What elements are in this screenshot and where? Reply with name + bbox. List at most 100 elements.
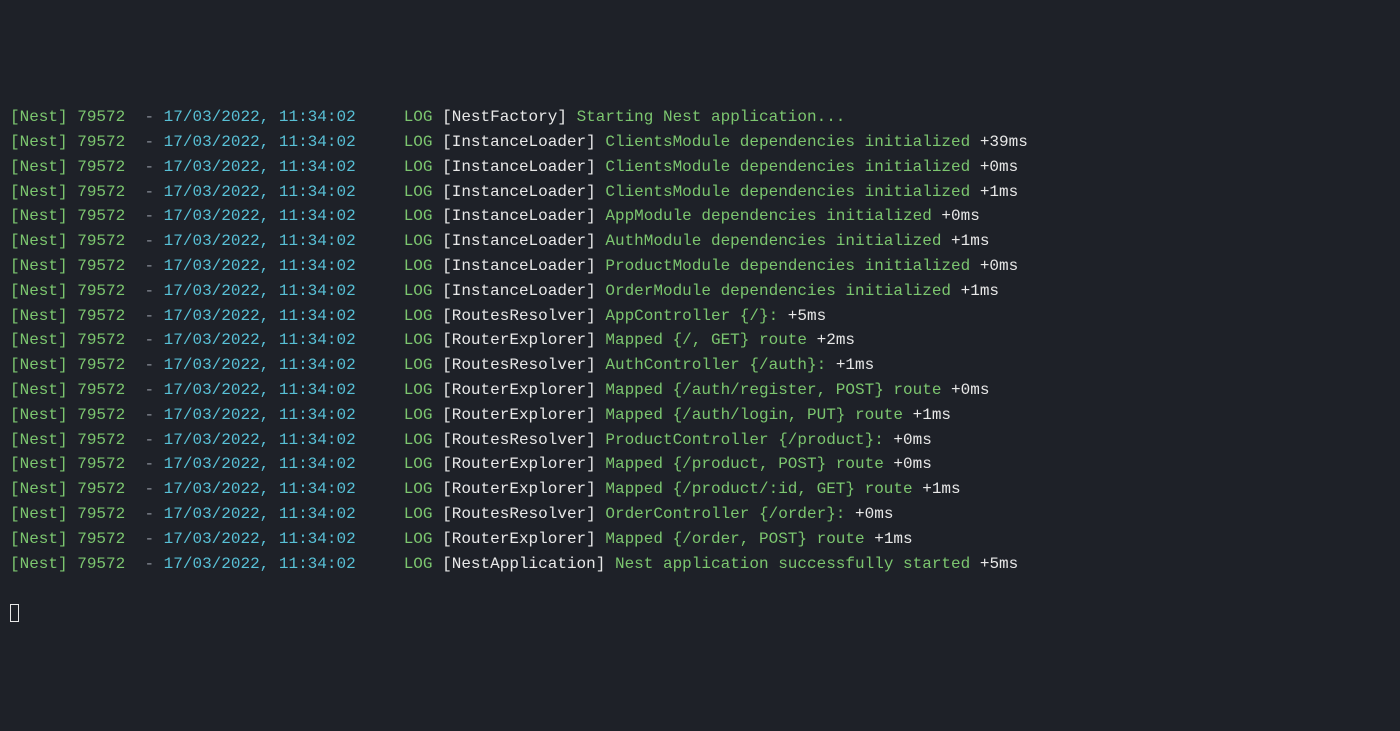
log-level: LOG (404, 431, 433, 449)
log-timestamp: 17/03/2022, 11:34:02 (164, 108, 356, 126)
log-separator: - (144, 480, 154, 498)
log-timestamp: 17/03/2022, 11:34:02 (164, 455, 356, 473)
log-pid: 79572 (77, 257, 125, 275)
log-timestamp: 17/03/2022, 11:34:02 (164, 207, 356, 225)
log-message: AppModule dependencies initialized (605, 207, 931, 225)
log-framework-tag: [Nest] (10, 406, 68, 424)
log-line: [Nest] 79572 - 17/03/2022, 11:34:02 LOG … (10, 378, 1390, 403)
log-context: [InstanceLoader] (442, 158, 596, 176)
log-separator: - (144, 555, 154, 573)
log-context: [NestApplication] (442, 555, 605, 573)
log-line: [Nest] 79572 - 17/03/2022, 11:34:02 LOG … (10, 403, 1390, 428)
log-timing: +0ms (941, 207, 979, 225)
log-framework-tag: [Nest] (10, 232, 68, 250)
log-timing: +5ms (788, 307, 826, 325)
log-message: ClientsModule dependencies initialized (605, 183, 970, 201)
log-framework-tag: [Nest] (10, 158, 68, 176)
log-framework-tag: [Nest] (10, 133, 68, 151)
log-separator: - (144, 207, 154, 225)
log-level: LOG (404, 232, 433, 250)
log-pid: 79572 (77, 505, 125, 523)
log-separator: - (144, 431, 154, 449)
log-framework-tag: [Nest] (10, 183, 68, 201)
log-message: Mapped {/auth/login, PUT} route (605, 406, 903, 424)
log-message: OrderModule dependencies initialized (605, 282, 951, 300)
log-timestamp: 17/03/2022, 11:34:02 (164, 282, 356, 300)
log-level: LOG (404, 505, 433, 523)
log-pid: 79572 (77, 108, 125, 126)
log-message: Mapped {/auth/register, POST} route (605, 381, 941, 399)
log-pid: 79572 (77, 158, 125, 176)
log-separator: - (144, 257, 154, 275)
log-pid: 79572 (77, 555, 125, 573)
log-level: LOG (404, 108, 433, 126)
log-framework-tag: [Nest] (10, 307, 68, 325)
log-pid: 79572 (77, 530, 125, 548)
log-context: [RouterExplorer] (442, 455, 596, 473)
log-timing: +0ms (980, 257, 1018, 275)
log-framework-tag: [Nest] (10, 505, 68, 523)
log-pid: 79572 (77, 431, 125, 449)
log-context: [RouterExplorer] (442, 480, 596, 498)
log-timestamp: 17/03/2022, 11:34:02 (164, 381, 356, 399)
log-timestamp: 17/03/2022, 11:34:02 (164, 257, 356, 275)
log-message: ProductModule dependencies initialized (605, 257, 970, 275)
log-line: [Nest] 79572 - 17/03/2022, 11:34:02 LOG … (10, 502, 1390, 527)
log-message: ClientsModule dependencies initialized (605, 133, 970, 151)
log-framework-tag: [Nest] (10, 108, 68, 126)
log-line: [Nest] 79572 - 17/03/2022, 11:34:02 LOG … (10, 105, 1390, 130)
log-separator: - (144, 183, 154, 201)
log-timing: +39ms (980, 133, 1028, 151)
log-context: [RouterExplorer] (442, 406, 596, 424)
log-timing: +1ms (836, 356, 874, 374)
log-context: [InstanceLoader] (442, 183, 596, 201)
log-separator: - (144, 331, 154, 349)
log-timestamp: 17/03/2022, 11:34:02 (164, 158, 356, 176)
log-line: [Nest] 79572 - 17/03/2022, 11:34:02 LOG … (10, 304, 1390, 329)
log-context: [RoutesResolver] (442, 431, 596, 449)
log-separator: - (144, 307, 154, 325)
log-timing: +1ms (980, 183, 1018, 201)
log-timing: +1ms (961, 282, 999, 300)
log-context: [RoutesResolver] (442, 505, 596, 523)
log-line: [Nest] 79572 - 17/03/2022, 11:34:02 LOG … (10, 477, 1390, 502)
log-message: AuthModule dependencies initialized (605, 232, 941, 250)
log-pid: 79572 (77, 406, 125, 424)
log-line: [Nest] 79572 - 17/03/2022, 11:34:02 LOG … (10, 527, 1390, 552)
log-framework-tag: [Nest] (10, 381, 68, 399)
log-pid: 79572 (77, 331, 125, 349)
log-timestamp: 17/03/2022, 11:34:02 (164, 183, 356, 201)
log-message: AuthController {/auth}: (605, 356, 826, 374)
log-separator: - (144, 232, 154, 250)
log-message: Mapped {/product/:id, GET} route (605, 480, 912, 498)
log-context: [InstanceLoader] (442, 232, 596, 250)
log-separator: - (144, 158, 154, 176)
log-timing: +1ms (922, 480, 960, 498)
log-level: LOG (404, 406, 433, 424)
log-pid: 79572 (77, 207, 125, 225)
log-level: LOG (404, 381, 433, 399)
log-timestamp: 17/03/2022, 11:34:02 (164, 133, 356, 151)
log-timing: +1ms (874, 530, 912, 548)
log-timing: +2ms (817, 331, 855, 349)
log-line: [Nest] 79572 - 17/03/2022, 11:34:02 LOG … (10, 254, 1390, 279)
log-context: [InstanceLoader] (442, 257, 596, 275)
log-pid: 79572 (77, 282, 125, 300)
log-separator: - (144, 505, 154, 523)
log-framework-tag: [Nest] (10, 257, 68, 275)
log-timestamp: 17/03/2022, 11:34:02 (164, 356, 356, 374)
log-context: [RouterExplorer] (442, 530, 596, 548)
log-context: [InstanceLoader] (442, 282, 596, 300)
log-message: AppController {/}: (605, 307, 778, 325)
log-context: [InstanceLoader] (442, 207, 596, 225)
log-timing: +0ms (951, 381, 989, 399)
log-context: [RoutesResolver] (442, 356, 596, 374)
log-context: [InstanceLoader] (442, 133, 596, 151)
log-line: [Nest] 79572 - 17/03/2022, 11:34:02 LOG … (10, 155, 1390, 180)
log-timestamp: 17/03/2022, 11:34:02 (164, 530, 356, 548)
log-line: [Nest] 79572 - 17/03/2022, 11:34:02 LOG … (10, 130, 1390, 155)
log-line: [Nest] 79572 - 17/03/2022, 11:34:02 LOG … (10, 353, 1390, 378)
log-timestamp: 17/03/2022, 11:34:02 (164, 232, 356, 250)
log-timestamp: 17/03/2022, 11:34:02 (164, 406, 356, 424)
log-timing: +1ms (951, 232, 989, 250)
